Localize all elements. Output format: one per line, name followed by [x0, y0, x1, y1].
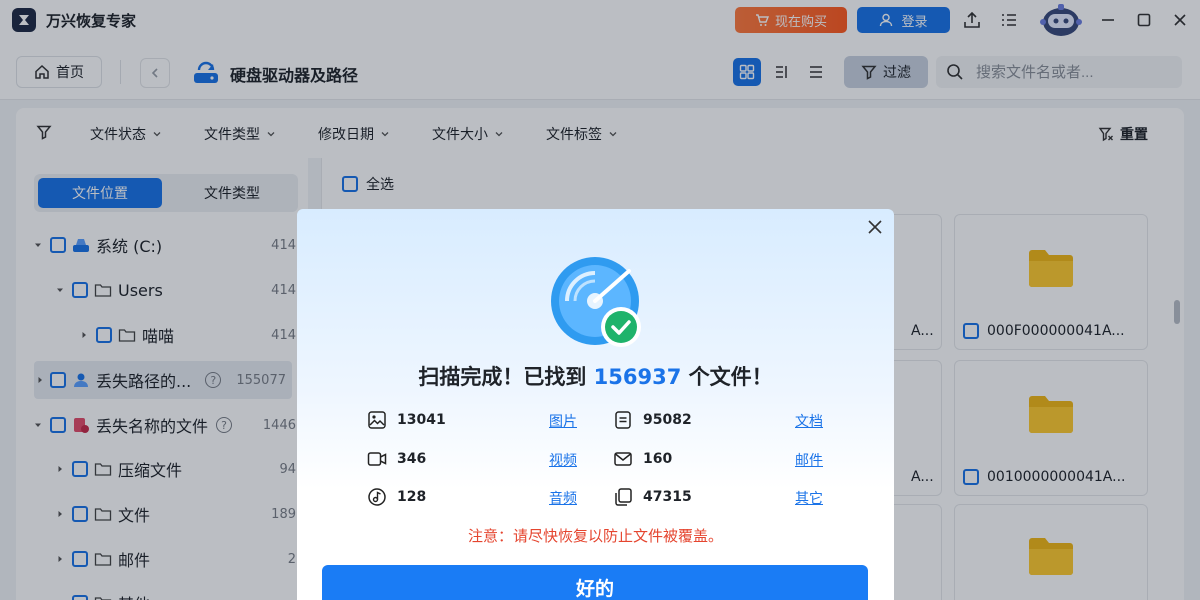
audio-icon	[367, 487, 387, 507]
stat-count: 47315	[643, 489, 692, 505]
dialog-title-prefix: 扫描完成！已找到	[418, 365, 587, 389]
link-videos[interactable]: 视频	[549, 450, 577, 470]
stat-documents: 95082	[613, 409, 692, 431]
stat-other: 47315	[613, 486, 692, 508]
document-icon	[613, 410, 633, 430]
stat-count: 128	[397, 489, 427, 505]
stat-count: 95082	[643, 412, 692, 428]
scan-complete-dialog: 扫描完成！已找到 156937 个文件！ 13041 图片 346 视频 128…	[297, 209, 894, 600]
stat-images: 13041	[367, 409, 446, 431]
stat-count: 346	[397, 451, 427, 467]
link-mail[interactable]: 邮件	[795, 450, 823, 470]
image-icon	[367, 410, 387, 430]
dialog-title: 扫描完成！已找到 156937 个文件！	[297, 361, 894, 391]
stat-mail: 160	[613, 448, 672, 470]
stat-count: 13041	[397, 412, 446, 428]
stat-videos: 346	[367, 448, 426, 470]
scan-complete-icon	[551, 257, 647, 349]
stat-count: 160	[643, 451, 673, 467]
video-icon	[367, 449, 387, 469]
overwrite-warning: 注意：请尽快恢复以防止文件被覆盖。	[467, 527, 723, 545]
total-file-count: 156937	[593, 365, 682, 389]
link-documents[interactable]: 文档	[795, 411, 823, 431]
mail-icon	[613, 449, 633, 469]
link-audio[interactable]: 音频	[549, 488, 577, 508]
other-files-icon	[613, 487, 633, 507]
link-other[interactable]: 其它	[795, 488, 823, 508]
link-images[interactable]: 图片	[549, 411, 577, 431]
stat-audio: 128	[367, 486, 426, 508]
dialog-title-suffix: 个文件！	[688, 365, 773, 389]
close-dialog-icon[interactable]	[865, 217, 885, 237]
ok-button[interactable]: 好的	[322, 565, 868, 600]
